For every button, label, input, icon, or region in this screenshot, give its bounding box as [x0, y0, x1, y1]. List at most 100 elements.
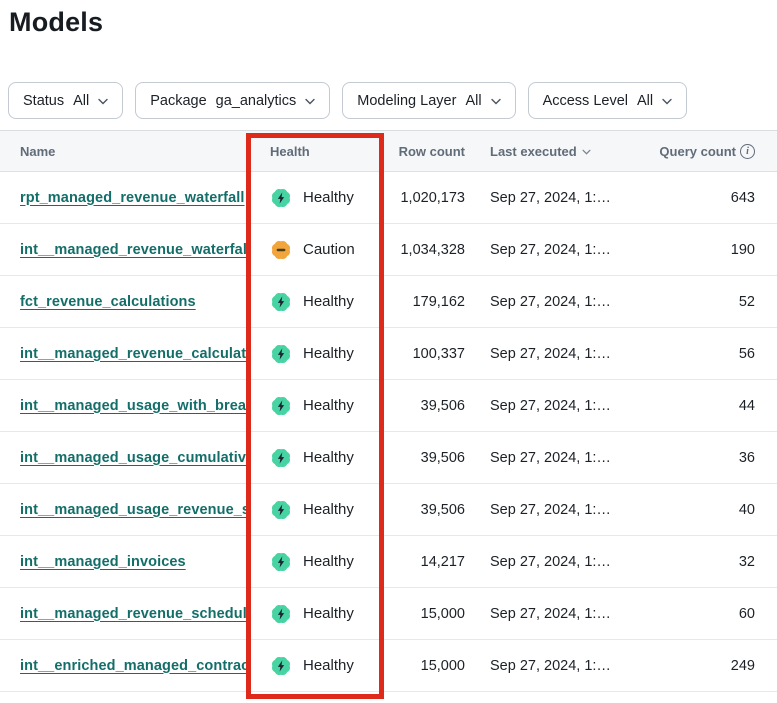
row-count-value: 39,506 — [385, 502, 470, 518]
health-status-icon — [270, 343, 292, 365]
row-count-value: 179,162 — [385, 294, 470, 310]
row-count-value: 39,506 — [385, 450, 470, 466]
health-badge: Healthy — [250, 291, 385, 313]
status-filter[interactable]: Status All — [8, 82, 123, 119]
row-count-value: 1,020,173 — [385, 190, 470, 206]
health-badge: Healthy — [250, 603, 385, 625]
column-header-name: Name — [0, 144, 250, 159]
health-status-label: Caution — [303, 241, 355, 258]
health-status-label: Healthy — [303, 605, 354, 622]
query-count-value: 249 — [640, 658, 777, 674]
package-filter-value: ga_analytics — [216, 93, 297, 109]
query-count-value: 56 — [640, 346, 777, 362]
model-name-link[interactable]: int__managed_invoices — [20, 554, 186, 570]
last-executed-label: Last executed — [490, 144, 577, 159]
health-status-icon — [270, 499, 292, 521]
status-filter-value: All — [73, 93, 89, 109]
column-header-row-count: Row count — [385, 144, 470, 159]
chevron-down-icon — [305, 98, 315, 105]
health-badge: Healthy — [250, 187, 385, 209]
table-row: int__enriched_managed_contracts Healthy … — [0, 640, 777, 692]
chevron-down-icon — [491, 98, 501, 105]
last-executed-value: Sep 27, 2024, 1:… — [470, 606, 640, 622]
health-badge: Healthy — [250, 447, 385, 469]
modeling-layer-filter-label: Modeling Layer — [357, 93, 456, 109]
query-count-value: 643 — [640, 190, 777, 206]
last-executed-value: Sep 27, 2024, 1:… — [470, 658, 640, 674]
column-header-query-count: Query count i — [640, 144, 777, 159]
column-header-last-executed[interactable]: Last executed — [470, 144, 640, 159]
table-row: int__managed_usage_revenue_sc… Healthy 3… — [0, 484, 777, 536]
filter-bar: Status All Package ga_analytics Modeling… — [8, 82, 777, 119]
health-status-label: Healthy — [303, 501, 354, 518]
table-body: rpt_managed_revenue_waterfall Healthy 1,… — [0, 172, 777, 692]
health-badge: Caution — [250, 239, 385, 261]
minus-icon — [277, 248, 286, 250]
query-count-value: 36 — [640, 450, 777, 466]
health-status-label: Healthy — [303, 293, 354, 310]
access-level-filter-value: All — [637, 93, 653, 109]
status-filter-label: Status — [23, 93, 64, 109]
column-header-health: Health — [250, 144, 385, 159]
access-level-filter[interactable]: Access Level All — [528, 82, 688, 119]
model-name-link[interactable]: int__managed_usage_revenue_sc… — [20, 502, 250, 518]
health-badge: Healthy — [250, 395, 385, 417]
last-executed-value: Sep 27, 2024, 1:… — [470, 346, 640, 362]
table-row: int__managed_usage_with_breaka… Healthy … — [0, 380, 777, 432]
query-count-value: 190 — [640, 242, 777, 258]
row-count-value: 39,506 — [385, 398, 470, 414]
row-count-value: 1,034,328 — [385, 242, 470, 258]
model-name-link[interactable]: fct_revenue_calculations — [20, 294, 196, 310]
query-count-value: 44 — [640, 398, 777, 414]
package-filter[interactable]: Package ga_analytics — [135, 82, 330, 119]
health-status-icon — [270, 655, 292, 677]
table-row: int__managed_revenue_waterfall Caution 1… — [0, 224, 777, 276]
table-row: int__managed_usage_cumulative_… Healthy … — [0, 432, 777, 484]
table-row: int__managed_invoices Healthy 14,217 Sep… — [0, 536, 777, 588]
package-filter-label: Package — [150, 93, 206, 109]
last-executed-value: Sep 27, 2024, 1:… — [470, 554, 640, 570]
health-status-label: Healthy — [303, 553, 354, 570]
chevron-down-icon — [98, 98, 108, 105]
modeling-layer-filter[interactable]: Modeling Layer All — [342, 82, 515, 119]
row-count-value: 15,000 — [385, 606, 470, 622]
health-status-icon — [270, 447, 292, 469]
query-count-label: Query count — [659, 144, 736, 159]
last-executed-value: Sep 27, 2024, 1:… — [470, 502, 640, 518]
query-count-value: 32 — [640, 554, 777, 570]
table-row: int__managed_revenue_calculations Health… — [0, 328, 777, 380]
health-status-label: Healthy — [303, 657, 354, 674]
last-executed-value: Sep 27, 2024, 1:… — [470, 242, 640, 258]
health-status-label: Healthy — [303, 449, 354, 466]
health-status-label: Healthy — [303, 345, 354, 362]
health-badge: Healthy — [250, 343, 385, 365]
model-name-link[interactable]: int__managed_revenue_waterfall — [20, 242, 250, 258]
access-level-filter-label: Access Level — [543, 93, 628, 109]
query-count-value: 52 — [640, 294, 777, 310]
health-badge: Healthy — [250, 655, 385, 677]
health-badge: Healthy — [250, 499, 385, 521]
model-name-link[interactable]: int__managed_usage_with_breaka… — [20, 398, 250, 414]
sort-chevron-down-icon — [582, 149, 592, 156]
last-executed-value: Sep 27, 2024, 1:… — [470, 190, 640, 206]
model-name-link[interactable]: int__managed_revenue_calculations — [20, 346, 250, 362]
models-table: Name Health Row count Last executed Quer… — [0, 130, 777, 692]
row-count-value: 14,217 — [385, 554, 470, 570]
model-name-link[interactable]: int__managed_usage_cumulative_… — [20, 450, 250, 466]
model-name-link[interactable]: int__managed_revenue_schedule_… — [20, 606, 250, 622]
table-row: int__managed_revenue_schedule_… Healthy … — [0, 588, 777, 640]
row-count-value: 15,000 — [385, 658, 470, 674]
health-status-icon — [270, 603, 292, 625]
health-status-icon — [270, 187, 292, 209]
model-name-link[interactable]: rpt_managed_revenue_waterfall — [20, 190, 245, 206]
health-status-label: Healthy — [303, 397, 354, 414]
health-status-icon — [270, 551, 292, 573]
info-icon[interactable]: i — [740, 144, 755, 159]
last-executed-value: Sep 27, 2024, 1:… — [470, 398, 640, 414]
model-name-link[interactable]: int__enriched_managed_contracts — [20, 658, 250, 674]
health-status-icon — [270, 395, 292, 417]
health-badge: Healthy — [250, 551, 385, 573]
health-status-label: Healthy — [303, 189, 354, 206]
chevron-down-icon — [662, 98, 672, 105]
health-status-icon — [270, 291, 292, 313]
